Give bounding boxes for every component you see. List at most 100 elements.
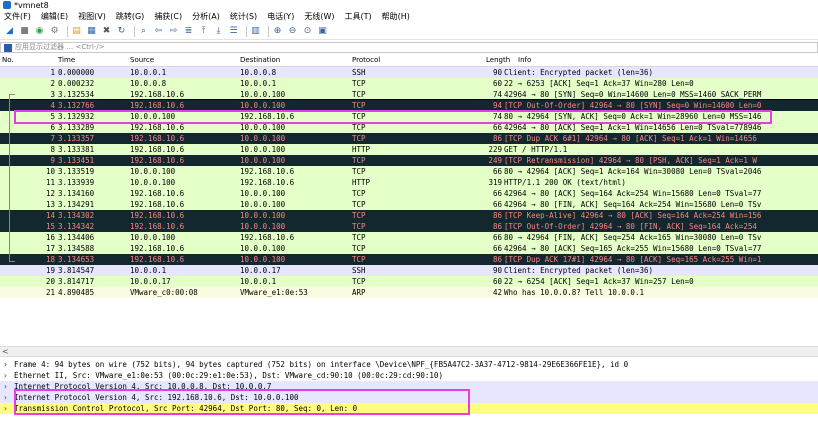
zoom-normal-icon[interactable]: ⊙ — [302, 26, 313, 37]
cell-dst: 10.0.0.100 — [240, 134, 286, 143]
table-row[interactable]: 21 4.890485 VMware_c0:00:08 VMware_e1:0e:53… — [0, 287, 818, 298]
table-row[interactable]: 14 3.134302 192.168.10.6 10.0.0.100 TCP 86 [TC… — [0, 210, 818, 221]
menu-item-8[interactable]: 无线(W) — [304, 11, 334, 23]
expand-arrow-icon[interactable]: › — [3, 381, 8, 392]
detail-tree-item[interactable]: › Ethernet II, Src: VMware_e1:0e:53 (00:0… — [0, 370, 818, 381]
menu-item-1[interactable]: 编辑(E) — [41, 11, 68, 23]
resize-columns-icon[interactable]: ▣ — [317, 26, 328, 37]
table-row[interactable]: 18 3.134653 192.168.10.6 10.0.0.100 TCP 86 [TC… — [0, 254, 818, 265]
table-row[interactable]: 9 3.133451 192.168.10.6 10.0.0.100 TCP 249 [TC… — [0, 155, 818, 166]
detail-tree-item[interactable]: › Frame 4: 94 bytes on wire (752 bits), 9… — [0, 359, 818, 370]
detail-tree-item[interactable]: › Internet Protocol Version 4, Src: 10.0.… — [0, 381, 818, 392]
detail-tree-item[interactable]: › Internet Protocol Version 4, Src: 192.1… — [0, 392, 818, 403]
packet-list[interactable]: No. Time Source Destination Protocol Len… — [0, 55, 818, 298]
cell-time: 3.133357 — [58, 134, 95, 143]
table-row[interactable]: 13 3.134291 192.168.10.6 10.0.0.100 TCP 66 429… — [0, 199, 818, 210]
col-header-length[interactable]: Length — [486, 56, 510, 65]
col-header-protocol[interactable]: Protocol — [352, 56, 380, 65]
back-icon[interactable]: ⇦ — [153, 26, 164, 37]
display-filter-bar[interactable]: 应用显示过滤器 … <Ctrl-/> — [0, 42, 818, 53]
menu-item-3[interactable]: 跳转(G) — [116, 11, 144, 23]
cell-len: 94 — [492, 101, 502, 110]
expand-arrow-icon[interactable]: › — [3, 370, 8, 381]
table-row[interactable]: 19 3.814547 10.0.0.1 10.0.0.17 SSH 90 Client: … — [0, 265, 818, 276]
packet-details[interactable]: › Frame 4: 94 bytes on wire (752 bits), 9… — [0, 359, 818, 434]
last-icon[interactable]: ⤓ — [213, 26, 224, 37]
cell-dst: 10.0.0.100 — [240, 90, 286, 99]
cell-proto: TCP — [352, 244, 366, 253]
goto-icon[interactable]: ≣ — [183, 26, 194, 37]
col-header-time[interactable]: Time — [58, 56, 75, 65]
open-icon[interactable]: ▤ — [71, 26, 82, 37]
zoom-in-icon[interactable]: ⊕ — [272, 26, 283, 37]
cell-time: 4.890485 — [58, 288, 95, 297]
menu-item-4[interactable]: 捕获(C) — [154, 11, 182, 23]
shark-fin-icon[interactable]: ◢ — [4, 26, 15, 37]
packet-list-hscrollbar[interactable]: < — [0, 346, 818, 357]
table-row[interactable]: 20 3.814717 10.0.0.17 10.0.0.1 TCP 60 22 → 625… — [0, 276, 818, 287]
col-header-info[interactable]: Info — [518, 56, 531, 65]
table-row[interactable]: 1 0.000000 10.0.0.1 10.0.0.8 SSH 90 Client: En… — [0, 67, 818, 78]
table-row[interactable]: 3 3.132534 192.168.10.6 10.0.0.100 TCP 74 4296… — [0, 89, 818, 100]
menu-item-5[interactable]: 分析(A) — [192, 11, 220, 23]
table-row[interactable]: 2 0.000232 10.0.0.8 10.0.0.1 TCP 60 22 → 6253 … — [0, 78, 818, 89]
options-icon[interactable]: ⚙ — [49, 26, 60, 37]
table-row[interactable]: 7 3.133357 192.168.10.6 10.0.0.100 TCP 86 [TCP… — [0, 133, 818, 144]
expand-arrow-icon[interactable]: › — [3, 392, 8, 403]
zoom-out-icon[interactable]: ⊖ — [287, 26, 298, 37]
table-row[interactable]: 16 3.134406 10.0.0.100 192.168.10.6 TCP 66 80 … — [0, 232, 818, 243]
menu-item-0[interactable]: 文件(F) — [4, 11, 31, 23]
table-row[interactable]: 12 3.134160 192.168.10.6 10.0.0.100 TCP 66 429… — [0, 188, 818, 199]
col-header-no[interactable]: No. — [2, 56, 14, 65]
packet-list-header: No. Time Source Destination Protocol Len… — [0, 55, 818, 67]
menu-item-6[interactable]: 统计(S) — [230, 11, 257, 23]
table-row[interactable]: 8 3.133381 192.168.10.6 10.0.0.100 HTTP 229 GE… — [0, 144, 818, 155]
cell-proto: TCP — [352, 222, 366, 231]
cell-src: 10.0.0.100 — [130, 112, 176, 121]
table-row[interactable]: 11 3.133939 10.0.0.100 192.168.10.6 HTTP 319 H… — [0, 177, 818, 188]
cell-time: 3.132534 — [58, 90, 95, 99]
cell-dst: 10.0.0.100 — [240, 101, 286, 110]
expand-arrow-icon[interactable]: › — [3, 403, 8, 414]
display-filter-input[interactable]: 应用显示过滤器 … <Ctrl-/> — [15, 43, 105, 52]
stop-icon[interactable]: ■ — [19, 26, 30, 37]
table-row[interactable]: 15 3.134342 192.168.10.6 10.0.0.100 TCP 86 [TC… — [0, 221, 818, 232]
expand-arrow-icon[interactable]: › — [3, 359, 8, 370]
cell-info: [TCP Dup ACK 17#1] 42964 → 80 [ACK] Seq=… — [504, 255, 762, 264]
forward-icon[interactable]: ⇨ — [168, 26, 179, 37]
reload-icon[interactable]: ↻ — [116, 26, 127, 37]
table-row[interactable]: 10 3.133519 10.0.0.100 192.168.10.6 TCP 66 80 … — [0, 166, 818, 177]
menu-item-9[interactable]: 工具(T) — [344, 11, 371, 23]
cell-proto: TCP — [352, 123, 366, 132]
col-header-source[interactable]: Source — [130, 56, 154, 65]
cell-time: 3.133381 — [58, 145, 95, 154]
cell-src: 192.168.10.6 — [130, 134, 185, 143]
cell-len: 66 — [492, 123, 502, 132]
bookmark-filter-icon[interactable] — [4, 43, 12, 52]
menu-item-7[interactable]: 电话(Y) — [267, 11, 294, 23]
cell-time: 3.814717 — [58, 277, 95, 286]
menu-item-10[interactable]: 帮助(H) — [382, 11, 410, 23]
close-icon[interactable]: ✖ — [101, 26, 112, 37]
table-row[interactable]: 17 3.134588 192.168.10.6 10.0.0.100 TCP 66 429… — [0, 243, 818, 254]
toolbar-separator — [246, 26, 247, 37]
cell-proto: TCP — [352, 189, 366, 198]
cell-len: 60 — [492, 277, 502, 286]
cell-src: 192.168.10.6 — [130, 255, 185, 264]
first-icon[interactable]: ⤒ — [198, 26, 209, 37]
table-row[interactable]: 5 3.132932 10.0.0.100 192.168.10.6 TCP 74 80 →… — [0, 111, 818, 122]
col-header-destination[interactable]: Destination — [240, 56, 280, 65]
restart-icon[interactable]: ◉ — [34, 26, 45, 37]
table-row[interactable]: 4 3.132766 192.168.10.6 10.0.0.100 TCP 94 [TCP… — [0, 99, 818, 112]
colorize-icon[interactable]: ▥ — [250, 26, 261, 37]
find-icon[interactable]: ⌕ — [138, 26, 149, 37]
cell-proto: ARP — [352, 288, 366, 297]
table-row[interactable]: 6 3.133289 192.168.10.6 10.0.0.100 TCP 66 4296… — [0, 122, 818, 133]
cell-info: Client: Encrypted packet (len=36) — [504, 266, 654, 275]
menu-item-2[interactable]: 视图(V) — [78, 11, 106, 23]
scroll-left-icon[interactable]: < — [2, 347, 9, 357]
detail-tree-item[interactable]: › Transmission Control Protocol, Src Port… — [0, 403, 818, 414]
autoscroll-icon[interactable]: ☰ — [228, 26, 239, 37]
save-icon[interactable]: ▦ — [86, 26, 97, 37]
cell-time: 3.134302 — [58, 211, 95, 220]
